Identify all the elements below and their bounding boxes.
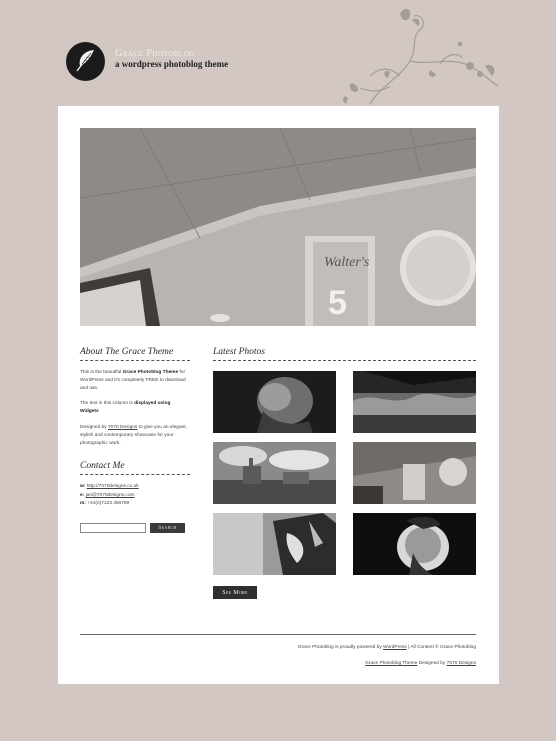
latest-photos-title: Latest Photos <box>213 347 476 361</box>
contact-details: w: http://7070designs.co.uk e: jan@7070d… <box>80 484 139 507</box>
email-link[interactable]: jan@7070designs.com <box>86 493 135 498</box>
about-paragraph-1: This is the beautiful Grace Photoblog Th… <box>80 370 186 391</box>
website-link[interactable]: http://7070designs.co.uk <box>87 484 139 489</box>
see-more-button[interactable]: See More <box>213 586 257 599</box>
site-tagline: a wordpress photoblog theme <box>115 59 229 69</box>
photo-thumbnail-1[interactable] <box>213 371 336 433</box>
photo-thumbnail-2[interactable] <box>353 371 476 433</box>
footer-divider <box>80 634 476 635</box>
feather-icon <box>76 50 94 72</box>
svg-text:5: 5 <box>328 284 347 322</box>
footer-credits: Grace Photoblog is proudly powered by Wo… <box>297 645 476 650</box>
about-paragraph-2: The text in this column is displayed usi… <box>80 401 171 415</box>
photo-thumbnail-3[interactable] <box>213 442 336 504</box>
footer-theme-credits: Grace Photoblog Theme Designed by 7070 D… <box>365 661 476 666</box>
search-button[interactable]: Search <box>150 522 185 533</box>
photo-thumbnail-5[interactable] <box>213 513 336 575</box>
designer-footer-link[interactable]: 7070 Designs <box>447 661 476 666</box>
photo-thumbnail-6[interactable] <box>353 513 476 575</box>
latest-photos-section: Latest Photos <box>213 347 476 581</box>
theme-link[interactable]: Grace Photoblog Theme <box>365 661 417 666</box>
wordpress-link[interactable]: WordPress <box>383 645 407 650</box>
contact-widget-title: Contact Me <box>80 461 190 476</box>
sidebar: About The Grace Theme This is the beauti… <box>80 347 190 533</box>
site-title[interactable]: Grace Photoblog <box>115 48 195 59</box>
floral-ornament-icon <box>342 8 499 105</box>
svg-text:Walter's: Walter's <box>324 255 370 270</box>
featured-photo[interactable]: Walter's 5 <box>80 128 476 326</box>
about-widget-title: About The Grace Theme <box>80 347 190 361</box>
photo-thumbnail-4[interactable] <box>353 442 476 504</box>
about-paragraph-3: Designed by 7070 Designs to give you an … <box>80 424 187 446</box>
content-page: Walter's 5 About The Grace Theme This is… <box>58 106 499 684</box>
site-logo[interactable] <box>66 42 105 81</box>
search-form: Search <box>80 522 190 533</box>
photo-grid <box>213 371 476 581</box>
search-input[interactable] <box>80 522 146 533</box>
designer-link[interactable]: 7070 Designs <box>108 425 137 430</box>
mobile-number: +44(0)7123 456789 <box>87 501 130 507</box>
site-header: Grace Photoblog a wordpress photoblog th… <box>0 0 556 105</box>
